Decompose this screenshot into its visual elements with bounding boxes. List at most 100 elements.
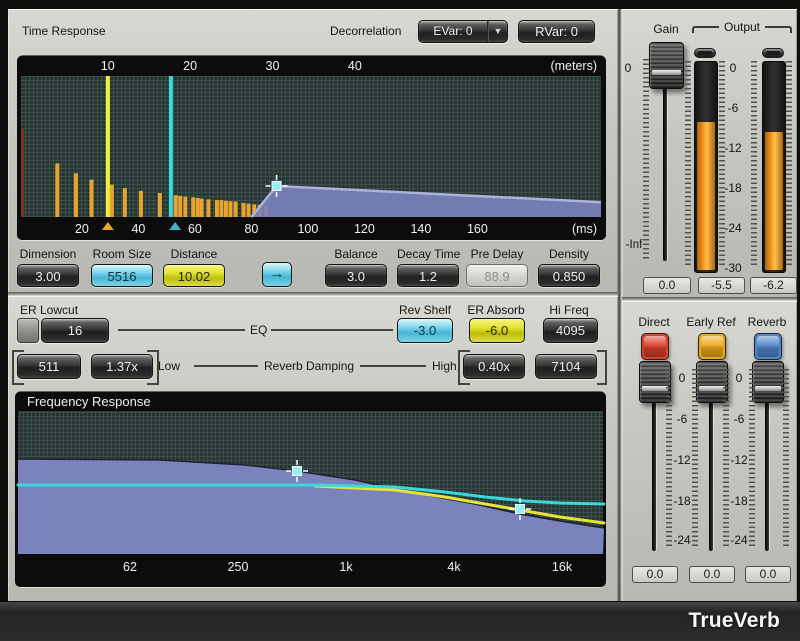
svg-text:Frequency Response: Frequency Response: [27, 394, 151, 409]
decorrelation-label: Decorrelation: [330, 24, 401, 38]
output-meter-right-fill: [765, 132, 783, 270]
control-decay-time: Decay Time 1.2: [397, 247, 459, 287]
gain-value-readout[interactable]: 0.0: [643, 277, 691, 294]
gain-label: Gain: [644, 22, 688, 36]
control-balance: Balance 3.0: [325, 247, 387, 287]
fader-ticks-3r: [783, 369, 789, 549]
clip-led-left[interactable]: [694, 48, 716, 58]
svg-text:(ms): (ms): [572, 222, 597, 236]
frequency-response-graph[interactable]: Frequency Response622501k4k16k: [15, 392, 606, 587]
svg-text:120: 120: [354, 222, 375, 236]
direct-led-button[interactable]: [641, 333, 669, 360]
control-dimension: Dimension 3.00: [17, 247, 79, 287]
rvar-button[interactable]: RVar: 0: [518, 20, 595, 43]
damp-high-freq-button[interactable]: 7104: [535, 354, 597, 379]
rev-shelf-value-button[interactable]: -3.0: [397, 318, 453, 343]
early-ref-label: Early Ref: [681, 315, 741, 329]
evar-dropdown[interactable]: EVar: 0 ▼: [418, 20, 508, 43]
gain-scale-inf: -Inf: [622, 239, 646, 251]
svg-text:60: 60: [188, 222, 202, 236]
output-section: Gain Output 0 -Inf 0 -6 -12 -18 -24 -30 …: [622, 9, 797, 297]
early-ref-value-readout[interactable]: 0.0: [689, 566, 735, 583]
svg-text:(meters): (meters): [550, 59, 597, 73]
reverb-value-readout[interactable]: 0.0: [745, 566, 791, 583]
footer-bar: TrueVerb: [0, 601, 800, 641]
decay-time-value-button[interactable]: 1.2: [397, 264, 459, 287]
meter-ticks-outer-left: [685, 61, 691, 267]
clip-led-right[interactable]: [762, 48, 784, 58]
output-meter-left: [694, 61, 718, 273]
reverb-label: Reverb: [737, 315, 797, 329]
svg-text:20: 20: [183, 59, 197, 73]
meter-ticks-mid-right: [751, 61, 757, 267]
damping-bracket-right-close: [597, 350, 607, 385]
reverb-damping-label: Reverb Damping: [264, 359, 354, 373]
meter-ticks-outer-right: [786, 61, 792, 267]
low-label: Low: [158, 359, 180, 373]
hi-freq-label: Hi Freq: [539, 303, 599, 317]
meter-scale-30: -30: [718, 261, 748, 275]
chevron-down-icon[interactable]: ▼: [489, 21, 507, 42]
trueverb-logo: TrueVerb: [689, 609, 780, 633]
fader-ticks-2r: [749, 369, 755, 549]
eq-section: ER Lowcut 16 EQ Rev Shelf -3.0 ER Absorb…: [8, 296, 618, 601]
er-lowcut-toggle-button[interactable]: [17, 318, 39, 343]
mixer-section: Direct Early Ref Reverb 0 -6 -12 -18 -24…: [622, 301, 797, 601]
svg-text:100: 100: [297, 222, 318, 236]
time-response-graph[interactable]: 10203040(meters)20406080100120140160(ms): [17, 56, 606, 240]
control-room-size: Room Size 5516: [91, 247, 153, 287]
meter-scale-12: -12: [718, 141, 748, 155]
link-arrow-button[interactable]: →: [262, 262, 292, 287]
er-absorb-value-button[interactable]: -6.0: [469, 318, 525, 343]
meter-scale-0: 0: [718, 61, 748, 75]
svg-text:20: 20: [75, 222, 89, 236]
er-absorb-label: ER Absorb: [463, 303, 529, 317]
svg-text:62: 62: [123, 560, 137, 574]
output-label-bracket: Output: [692, 20, 792, 34]
meter-ticks-mid-left: [719, 61, 725, 267]
pre-delay-value-button[interactable]: 88.9: [466, 264, 528, 287]
high-label: High: [432, 359, 457, 373]
svg-text:80: 80: [244, 222, 258, 236]
output-bracket-right: [765, 26, 792, 33]
balance-value-button[interactable]: 3.0: [325, 264, 387, 287]
dimension-value-button[interactable]: 3.00: [17, 264, 79, 287]
er-lowcut-value-button[interactable]: 16: [41, 318, 109, 343]
damp-low-ratio-button[interactable]: 1.37x: [91, 354, 153, 379]
direct-value-readout[interactable]: 0.0: [632, 566, 678, 583]
damp-low-freq-button[interactable]: 511: [17, 354, 81, 379]
gain-ticks: [643, 59, 649, 261]
svg-text:1k: 1k: [339, 560, 353, 574]
meter-scale-18: -18: [718, 181, 748, 195]
damping-line-left: [194, 365, 258, 367]
density-value-button[interactable]: 0.850: [538, 264, 600, 287]
control-density: Density 0.850: [538, 247, 600, 287]
reverb-led-button[interactable]: [754, 333, 782, 360]
fader-ticks-1r: [692, 369, 698, 549]
control-distance: Distance 10.02: [163, 247, 225, 287]
output-right-readout[interactable]: -6.2: [750, 277, 797, 294]
time-response-chart: 10203040(meters)20406080100120140160(ms): [17, 56, 606, 240]
early-ref-led-button[interactable]: [698, 333, 726, 360]
output-meter-left-fill: [697, 122, 715, 270]
direct-label: Direct: [624, 315, 684, 329]
svg-text:16k: 16k: [552, 560, 573, 574]
trueverb-plugin-window: Time Response Decorrelation EVar: 0 ▼ RV…: [0, 0, 800, 641]
meter-scale-24: -24: [718, 221, 748, 235]
eq-line-right: [271, 329, 393, 331]
hi-freq-value-button[interactable]: 4095: [543, 318, 598, 343]
distance-value-button[interactable]: 10.02: [163, 264, 225, 287]
rev-shelf-label: Rev Shelf: [397, 303, 453, 317]
svg-text:40: 40: [348, 59, 362, 73]
eq-line-left: [118, 329, 245, 331]
reverb-fader-knob[interactable]: [752, 361, 784, 403]
gain-fader-knob[interactable]: [649, 42, 684, 89]
damp-high-ratio-button[interactable]: 0.40x: [463, 354, 525, 379]
svg-text:40: 40: [131, 222, 145, 236]
damping-line-right: [360, 365, 426, 367]
output-left-readout[interactable]: -5.5: [698, 277, 745, 294]
section-title-time-response: Time Response: [22, 24, 106, 38]
output-label: Output: [724, 20, 760, 34]
room-size-value-button[interactable]: 5516: [91, 264, 153, 287]
er-lowcut-label: ER Lowcut: [20, 303, 78, 317]
